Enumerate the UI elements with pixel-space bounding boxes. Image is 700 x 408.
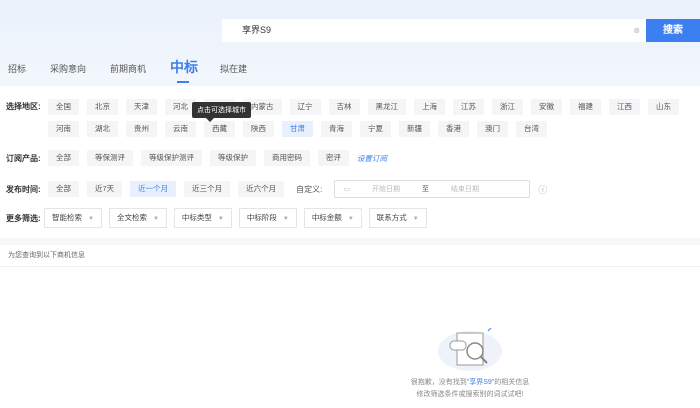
category-tabs: 招标 采购意向 前期商机 中标 拟在建 <box>8 58 271 83</box>
time-chip[interactable]: 近三个月 <box>184 181 231 197</box>
filter-dropdown[interactable]: 联系方式 ▼ <box>368 208 427 228</box>
tab-2[interactable]: 前期商机 <box>110 62 146 76</box>
product-chip[interactable]: 全部 <box>48 150 79 166</box>
filter-dropdown[interactable]: 中标阶段 ▼ <box>238 208 297 228</box>
chevron-down-icon: ▼ <box>412 216 419 222</box>
empty-hint: 修改筛选条件或搜索别的词试试吧! <box>416 391 524 398</box>
search-input[interactable]: 享界S9 ⊗ <box>222 19 646 42</box>
tab-0[interactable]: 招标 <box>8 62 26 76</box>
region-chip[interactable]: 全国 <box>48 99 79 115</box>
dropdown-label: 中标类型 <box>181 213 212 222</box>
region-chip[interactable]: 台湾 <box>516 121 547 137</box>
dropdown-label: 全文检索 <box>116 213 147 222</box>
divider <box>0 238 700 245</box>
result-summary: 为您查询到以下商机信息 <box>8 252 85 259</box>
region-chip[interactable]: 江西 <box>609 99 640 115</box>
filter-dropdown[interactable]: 智能检索 ▼ <box>44 208 102 228</box>
region-chip[interactable]: 山东 <box>648 99 679 115</box>
region-chip[interactable]: 澳门 <box>477 121 508 137</box>
tab-1[interactable]: 采购意向 <box>50 62 86 76</box>
region-chip[interactable]: 陕西 <box>243 121 274 137</box>
region-chip[interactable]: 江苏 <box>453 99 484 115</box>
region-chip[interactable]: 新疆 <box>399 121 430 137</box>
chevron-down-icon: ▼ <box>217 216 224 222</box>
divider <box>0 266 700 267</box>
empty-state: 很抱歉，没有找到"享界S9"的相关信息 修改筛选条件或搜索别的词试试吧! <box>370 325 570 401</box>
region-chip[interactable]: 福建 <box>570 99 601 115</box>
dropdown-label: 智能检索 <box>52 213 82 222</box>
date-separator: 至 <box>422 186 430 193</box>
region-chip[interactable]: 上海 <box>414 99 445 115</box>
region-chip[interactable]: 甘肃 <box>282 121 313 137</box>
clear-icon[interactable]: ⊗ <box>633 19 640 42</box>
region-chip[interactable]: 辽宁 <box>289 99 321 115</box>
product-chip[interactable]: 等保测评 <box>87 150 133 166</box>
region-chip[interactable]: 青海 <box>321 121 352 137</box>
time-label: 发布时间: <box>6 184 41 194</box>
search-value: 享界S9 <box>242 25 272 35</box>
tab-4[interactable]: 拟在建 <box>220 62 247 76</box>
chevron-down-icon: ▼ <box>88 216 94 222</box>
product-chip[interactable]: 等级保护测评 <box>141 150 202 166</box>
time-filter: 发布时间: 全部 近7天 近一个月 近三个月 近六个月 自定义: ▭ 开始日期 至 结束… <box>6 180 547 198</box>
product-chip[interactable]: 等级保护 <box>210 150 256 166</box>
region-chip[interactable]: 香港 <box>438 121 469 137</box>
filter-dropdown[interactable]: 中标金额 ▼ <box>303 208 362 228</box>
region-chip[interactable]: 河南 <box>48 121 79 137</box>
search-button[interactable]: 搜索 <box>646 19 700 42</box>
product-chip[interactable]: 商用密码 <box>264 150 310 166</box>
region-chip[interactable]: 天津 <box>126 99 157 115</box>
more-label: 更多筛选: <box>6 213 41 223</box>
region-label: 选择地区: <box>6 102 41 111</box>
region-chip[interactable]: 安徽 <box>531 99 562 115</box>
region-chip[interactable]: 浙江 <box>492 99 523 115</box>
dropdown-label: 中标金额 <box>311 213 342 222</box>
city-tooltip: 点击可选择城市 <box>192 102 251 122</box>
product-label: 订阅产品: <box>6 153 41 163</box>
filter-dropdown[interactable]: 中标类型 ▼ <box>173 208 232 228</box>
region-chip[interactable]: 宁夏 <box>360 121 391 137</box>
time-chip[interactable]: 近7天 <box>87 181 123 197</box>
info-icon[interactable]: ⓘ <box>538 183 547 196</box>
dropdown-label: 联系方式 <box>376 213 407 222</box>
chevron-down-icon: ▼ <box>152 216 159 222</box>
chevron-down-icon: ▼ <box>347 216 354 222</box>
filter-dropdown[interactable]: 全文检索 ▼ <box>108 208 167 228</box>
product-chip[interactable]: 密评 <box>318 150 349 166</box>
region-chip[interactable]: 黑龙江 <box>367 99 406 115</box>
chevron-down-icon: ▼ <box>282 216 289 222</box>
empty-message: 很抱歉，没有找到"享界S9"的相关信息 <box>410 379 530 386</box>
region-chip[interactable]: 吉林 <box>328 99 360 115</box>
region-filter: 选择地区: 全国北京天津河北山西内蒙古辽宁吉林黑龙江上海江苏浙江安徽福建江西山东… <box>6 99 700 137</box>
time-chip[interactable]: 近六个月 <box>238 181 285 197</box>
region-chip[interactable]: 西藏 <box>204 121 235 137</box>
date-range-picker[interactable]: ▭ 开始日期 至 结束日期 <box>334 180 531 198</box>
tab-3[interactable]: 中标 <box>170 58 198 83</box>
end-date-input[interactable]: 结束日期 <box>451 184 479 194</box>
subscribe-settings-link[interactable]: 设置订阅 <box>357 153 387 164</box>
calendar-icon: ▭ <box>343 186 351 193</box>
more-filter: 更多筛选: 智能检索 ▼ 全文检索 ▼ 中标类型 ▼ 中标阶段 ▼ 中标金额 ▼ 联系方式 ▼ <box>6 208 434 228</box>
start-date-input[interactable]: 开始日期 <box>372 184 400 194</box>
region-chip[interactable]: 湖北 <box>87 121 118 137</box>
region-chip[interactable]: 北京 <box>87 99 118 115</box>
dropdown-label: 中标阶段 <box>246 213 277 222</box>
product-filter: 订阅产品: 全部 等保测评 等级保护测评 等级保护 商用密码 密评 设置订阅 <box>6 150 387 166</box>
region-chip[interactable]: 云南 <box>165 121 196 137</box>
time-chip[interactable]: 全部 <box>48 181 79 197</box>
custom-label: 自定义: <box>296 184 323 194</box>
no-result-illustration-icon <box>438 327 502 371</box>
region-chip[interactable]: 贵州 <box>126 121 157 137</box>
time-chip[interactable]: 近一个月 <box>130 181 177 197</box>
